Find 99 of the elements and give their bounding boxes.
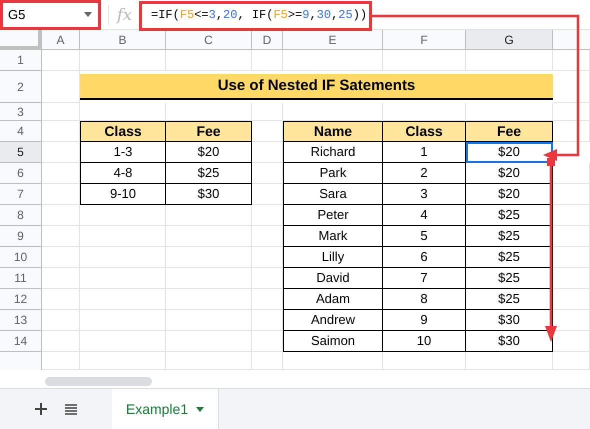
table-cell: 7: [383, 268, 466, 289]
row-header[interactable]: 10: [0, 247, 42, 268]
row-header[interactable]: 6: [0, 163, 42, 184]
formula-field[interactable]: =IF(F5<=3,20, IF(F5>=9,30,25)): [151, 6, 368, 24]
table-cell: 2: [383, 163, 466, 184]
column-header[interactable]: E: [283, 30, 383, 50]
empty-cell[interactable]: [80, 247, 166, 268]
table-cell: Andrew: [283, 310, 383, 331]
table-cell: $25: [466, 205, 553, 226]
header-cell: Class: [80, 121, 166, 142]
empty-cell[interactable]: [80, 310, 166, 331]
select-all-corner[interactable]: [0, 30, 42, 50]
table-cell: 4-8: [80, 163, 166, 184]
table-cell: $25: [466, 268, 553, 289]
menu-icon[interactable]: [65, 404, 77, 414]
row-header[interactable]: 12: [0, 289, 42, 310]
table-cell: Sara: [283, 184, 383, 205]
column-header[interactable]: [553, 30, 590, 50]
row-header[interactable]: 3: [0, 103, 42, 121]
empty-cell[interactable]: [80, 352, 166, 370]
table-cell: 6: [383, 247, 466, 268]
table-cell: Park: [283, 163, 383, 184]
empty-cell[interactable]: [166, 247, 252, 268]
empty-cell[interactable]: [252, 50, 283, 71]
scrollbar[interactable]: [45, 377, 152, 386]
table-cell: Mark: [283, 226, 383, 247]
fx-label: fx: [117, 4, 133, 26]
column-header[interactable]: A: [42, 30, 80, 50]
table-cell: 1-3: [80, 142, 166, 163]
table-cell: 8: [383, 289, 466, 310]
empty-cell[interactable]: [166, 289, 252, 310]
table-cell: $25: [466, 226, 553, 247]
empty-cell[interactable]: [553, 50, 590, 71]
column-header[interactable]: G: [466, 30, 553, 50]
header-cell: Fee: [166, 121, 252, 142]
table-cell: Adam: [283, 289, 383, 310]
row-header[interactable]: 14: [0, 331, 42, 352]
row-header[interactable]: 4: [0, 121, 42, 142]
sheet-tab[interactable]: Example1: [112, 389, 218, 429]
table-cell: $20: [466, 163, 553, 184]
table-cell: Saimon: [283, 331, 383, 352]
table-cell: 1: [383, 142, 466, 163]
row-header[interactable]: 1: [0, 50, 42, 71]
table-cell: 9: [383, 310, 466, 331]
empty-cell[interactable]: [166, 310, 252, 331]
empty-cell[interactable]: [80, 50, 166, 71]
empty-cell[interactable]: [166, 50, 252, 71]
empty-cell[interactable]: [80, 331, 166, 352]
name-box[interactable]: G5: [0, 0, 100, 30]
empty-cell[interactable]: [166, 268, 252, 289]
table-cell: Lilly: [283, 247, 383, 268]
table-cell: $20: [466, 184, 553, 205]
empty-cell[interactable]: [80, 226, 166, 247]
dropdown-icon: [84, 12, 92, 17]
table-cell: $30: [166, 184, 252, 205]
header-cell: Class: [383, 121, 466, 142]
row-header[interactable]: 7: [0, 184, 42, 205]
column-header[interactable]: D: [252, 30, 283, 50]
table-cell: 4: [383, 205, 466, 226]
table-cell: $20: [166, 142, 252, 163]
empty-cell[interactable]: [166, 331, 252, 352]
empty-cell[interactable]: [252, 352, 283, 370]
empty-cell[interactable]: [252, 103, 283, 121]
empty-cell[interactable]: [166, 352, 252, 370]
header-cell: Name: [283, 121, 383, 142]
table-cell: 10: [383, 331, 466, 352]
row-header[interactable]: [0, 352, 42, 370]
row-header[interactable]: 13: [0, 310, 42, 331]
empty-cell[interactable]: [80, 289, 166, 310]
table-cell: $30: [466, 310, 553, 331]
table-cell: $25: [466, 289, 553, 310]
row-header[interactable]: 2: [0, 71, 42, 103]
row-header[interactable]: 8: [0, 205, 42, 226]
empty-cell[interactable]: [283, 50, 383, 71]
table-cell: 9-10: [80, 184, 166, 205]
table-cell: 3: [383, 184, 466, 205]
empty-cell[interactable]: [166, 226, 252, 247]
empty-cell[interactable]: [466, 50, 553, 71]
row-header[interactable]: 11: [0, 268, 42, 289]
header-cell: Fee: [466, 121, 553, 142]
column-header[interactable]: B: [80, 30, 166, 50]
sheet-title: Use of Nested IF Satements: [80, 74, 553, 100]
table-cell: $25: [466, 247, 553, 268]
table-cell: $25: [166, 163, 252, 184]
add-sheet-icon[interactable]: [35, 403, 47, 415]
empty-cell[interactable]: [80, 268, 166, 289]
empty-cell[interactable]: [553, 352, 590, 370]
table-cell: Richard: [283, 142, 383, 163]
table-cell: David: [283, 268, 383, 289]
row-header[interactable]: 9: [0, 226, 42, 247]
column-header[interactable]: C: [166, 30, 252, 50]
dropdown-icon: [196, 406, 204, 412]
table-cell: 5: [383, 226, 466, 247]
empty-cell[interactable]: [383, 50, 466, 71]
empty-cell[interactable]: [553, 103, 590, 121]
column-header[interactable]: F: [383, 30, 466, 50]
table-cell: Peter: [283, 205, 383, 226]
row-header[interactable]: 5: [0, 142, 42, 163]
table-cell: $20: [466, 142, 553, 163]
